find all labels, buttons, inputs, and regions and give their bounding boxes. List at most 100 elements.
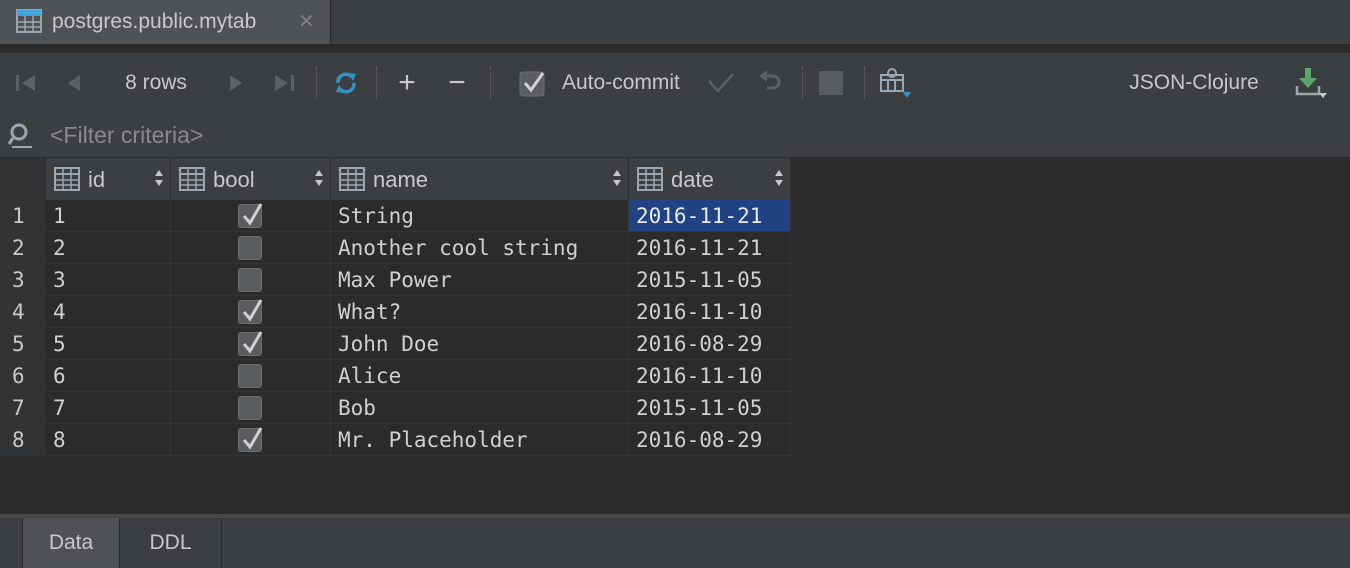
row-number[interactable]: 2 <box>0 232 46 264</box>
sort-icon[interactable] <box>314 168 324 188</box>
cell-id[interactable]: 3 <box>46 264 171 296</box>
checkmark-icon <box>708 73 734 93</box>
row-number[interactable]: 3 <box>0 264 46 296</box>
sort-icon[interactable] <box>774 168 784 188</box>
refresh-icon <box>336 72 356 94</box>
view-query-button[interactable] <box>874 53 914 113</box>
column-label: bool <box>213 167 255 192</box>
cancel-query-button[interactable] <box>814 53 848 113</box>
refresh-button[interactable] <box>328 53 364 113</box>
auto-commit-toggle[interactable]: Auto-commit <box>518 53 708 113</box>
row-number[interactable]: 5 <box>0 328 46 360</box>
toolbar-separator <box>376 67 377 99</box>
row-number-header <box>0 158 46 200</box>
cell-name[interactable]: Another cool string <box>331 232 629 264</box>
cell-name[interactable]: John Doe <box>331 328 629 360</box>
cell-name[interactable]: String <box>331 200 629 232</box>
tab-ddl[interactable]: DDL <box>120 518 222 568</box>
checkbox-checked-icon[interactable] <box>238 203 263 228</box>
cell-date[interactable]: 2016-11-10 <box>629 296 791 328</box>
toolbar-separator <box>316 67 317 99</box>
cell-id[interactable]: 7 <box>46 392 171 424</box>
auto-commit-label: Auto-commit <box>562 71 680 94</box>
toolbar-separator <box>490 67 491 99</box>
cell-bool[interactable] <box>171 264 331 296</box>
cell-bool[interactable] <box>171 232 331 264</box>
row-number[interactable]: 7 <box>0 392 46 424</box>
plus-icon: + <box>398 66 416 99</box>
filter-criteria-input[interactable]: <Filter criteria> <box>50 122 203 149</box>
cell-bool[interactable] <box>171 392 331 424</box>
cell-date[interactable]: 2016-11-21 <box>629 232 791 264</box>
cell-id[interactable]: 1 <box>46 200 171 232</box>
checkbox-checked-icon[interactable] <box>238 427 263 452</box>
row-number[interactable]: 6 <box>0 360 46 392</box>
editor-tab-mytab[interactable]: postgres.public.mytab ✕ <box>0 0 331 44</box>
cell-name[interactable]: Mr. Placeholder <box>331 424 629 456</box>
tab-data[interactable]: Data <box>22 518 120 568</box>
commit-button[interactable] <box>704 53 738 113</box>
cell-date[interactable]: 2015-11-05 <box>629 392 791 424</box>
stop-icon <box>819 71 843 95</box>
sort-icon[interactable] <box>612 168 622 188</box>
cell-date[interactable]: 2016-11-10 <box>629 360 791 392</box>
add-row-button[interactable]: + <box>390 53 424 113</box>
column-header-date[interactable]: date <box>629 158 791 200</box>
cell-name[interactable]: Bob <box>331 392 629 424</box>
last-page-icon <box>275 75 294 91</box>
checkbox-checked-icon[interactable] <box>238 331 263 356</box>
undo-icon <box>759 70 781 90</box>
sort-icon[interactable] <box>154 168 164 188</box>
column-label: name <box>373 167 429 192</box>
cell-bool[interactable] <box>171 360 331 392</box>
bottom-tab-spacer <box>0 518 22 568</box>
cell-id[interactable]: 2 <box>46 232 171 264</box>
cell-bool[interactable] <box>171 296 331 328</box>
cell-date[interactable]: 2016-08-29 <box>629 424 791 456</box>
extractor-selector[interactable]: JSON-Clojure <box>1112 53 1276 113</box>
toolbar-separator <box>802 67 803 99</box>
rollback-button[interactable] <box>752 53 786 113</box>
cell-name[interactable]: What? <box>331 296 629 328</box>
cell-bool[interactable] <box>171 200 331 232</box>
page-size-selector[interactable]: 8 rows <box>108 53 204 113</box>
next-page-button[interactable] <box>220 53 252 113</box>
previous-page-button[interactable] <box>58 53 90 113</box>
export-button[interactable] <box>1290 53 1330 113</box>
filter-search-icon[interactable] <box>8 123 34 149</box>
checkbox-checked-icon[interactable] <box>238 299 263 324</box>
cell-bool[interactable] <box>171 328 331 360</box>
first-page-button[interactable] <box>8 53 44 113</box>
cell-name[interactable]: Alice <box>331 360 629 392</box>
column-label: date <box>671 167 714 192</box>
previous-page-icon <box>68 75 80 91</box>
delete-row-button[interactable]: − <box>440 53 474 113</box>
column-label: id <box>88 167 106 192</box>
row-number[interactable]: 8 <box>0 424 46 456</box>
close-icon[interactable]: ✕ <box>298 9 315 34</box>
checkbox-unchecked-icon[interactable] <box>238 364 262 388</box>
grid-toolbar: 8 rows + − Auto-commit JSON-Clojure <box>0 52 1350 114</box>
checkbox-unchecked-icon[interactable] <box>238 396 262 420</box>
cell-id[interactable]: 6 <box>46 360 171 392</box>
query-view-icon <box>880 68 911 98</box>
last-page-button[interactable] <box>266 53 302 113</box>
cell-date-selected[interactable]: 2016-11-21 <box>629 200 791 232</box>
column-icon <box>179 167 205 191</box>
cell-id[interactable]: 8 <box>46 424 171 456</box>
column-header-name[interactable]: name <box>331 158 629 200</box>
column-header-bool[interactable]: bool <box>171 158 331 200</box>
minus-icon: − <box>448 66 466 99</box>
row-number[interactable]: 1 <box>0 200 46 232</box>
cell-id[interactable]: 5 <box>46 328 171 360</box>
cell-bool[interactable] <box>171 424 331 456</box>
checkbox-unchecked-icon[interactable] <box>238 268 262 292</box>
cell-name[interactable]: Max Power <box>331 264 629 296</box>
cell-date[interactable]: 2016-08-29 <box>629 328 791 360</box>
editor-tab-bar: postgres.public.mytab ✕ <box>0 0 1350 45</box>
column-header-id[interactable]: id <box>46 158 171 200</box>
checkbox-unchecked-icon[interactable] <box>238 236 262 260</box>
cell-date[interactable]: 2015-11-05 <box>629 264 791 296</box>
row-number[interactable]: 4 <box>0 296 46 328</box>
cell-id[interactable]: 4 <box>46 296 171 328</box>
